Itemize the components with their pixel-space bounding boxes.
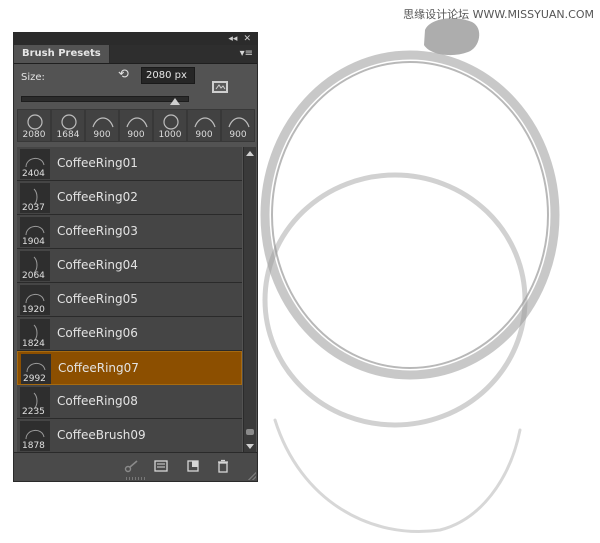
brush-panel-icon[interactable] <box>154 459 168 473</box>
tab-brush-presets[interactable]: Brush Presets <box>14 45 110 63</box>
preset-name: CoffeeRing04 <box>57 258 138 272</box>
preset-row[interactable]: 2992 CoffeeRing07 <box>17 351 242 385</box>
size-label: Size: <box>21 72 45 83</box>
new-preset-icon[interactable] <box>186 459 200 473</box>
recent-brush-item[interactable]: 900 <box>221 109 255 142</box>
ring-icon <box>163 114 179 130</box>
close-icon[interactable]: ✕ <box>243 34 251 44</box>
brush-preset-list: 2404 CoffeeRing01 2037 CoffeeRing02 1904 Coff… <box>17 147 242 453</box>
brush-thumbnail: 2235 <box>20 387 50 417</box>
brush-size-label: 2404 <box>22 169 45 179</box>
brush-size-label: 2037 <box>22 203 45 213</box>
size-row: Size: ⟲ 2080 px <box>14 64 257 93</box>
brush-thumbnail: 1920 <box>20 285 50 315</box>
brush-thumbnail: 1904 <box>20 217 50 247</box>
ring-icon <box>27 114 43 130</box>
preset-name: CoffeeRing07 <box>58 361 139 375</box>
arc-icon <box>92 117 114 128</box>
preset-name: CoffeeRing01 <box>57 156 138 170</box>
brush-thumbnail: 2064 <box>20 251 50 281</box>
preset-row[interactable]: 1904 CoffeeRing03 <box>17 215 242 249</box>
size-slider[interactable] <box>14 92 257 110</box>
preset-name: CoffeeRing08 <box>57 394 138 408</box>
brush-thumbnail: 2037 <box>20 183 50 213</box>
preset-name: CoffeeRing02 <box>57 190 138 204</box>
collapse-icon[interactable]: ◂◂ <box>228 34 237 44</box>
preset-row[interactable]: 1878 CoffeeBrush09 <box>17 419 242 453</box>
recent-brush-item[interactable]: 2080 <box>17 109 51 142</box>
preset-name: CoffeeBrush09 <box>57 428 146 442</box>
recent-brush-item[interactable]: 1000 <box>153 109 187 142</box>
panel-title-bar: ◂◂ ✕ <box>14 33 257 45</box>
size-slider-track[interactable] <box>21 96 189 102</box>
preset-row[interactable]: 2404 CoffeeRing01 <box>17 147 242 181</box>
brush-size-label: 1904 <box>22 237 45 247</box>
preset-row[interactable]: 1824 CoffeeRing06 <box>17 317 242 351</box>
scroll-up-arrow[interactable] <box>246 151 254 156</box>
recent-brushes-row: 2080 1684 900 900 1000 900 900 <box>17 109 255 142</box>
recent-brush-size: 900 <box>127 130 145 140</box>
scroll-thumb[interactable] <box>246 429 254 435</box>
recent-brush-item[interactable]: 900 <box>85 109 119 142</box>
recent-brush-item[interactable]: 1684 <box>51 109 85 142</box>
preset-name: CoffeeRing06 <box>57 326 138 340</box>
ring-icon <box>61 114 77 130</box>
recent-brush-size: 1000 <box>158 130 182 140</box>
brush-size-label: 2992 <box>23 374 46 384</box>
brush-size-label: 1878 <box>22 441 45 451</box>
brush-thumbnail: 1878 <box>20 421 50 451</box>
recent-brush-size: 900 <box>195 130 213 140</box>
arc-icon <box>228 117 250 128</box>
size-slider-thumb[interactable] <box>170 98 181 105</box>
brush-size-label: 1920 <box>22 305 45 315</box>
arc-icon <box>126 117 148 128</box>
panel-menu-icon[interactable]: ▾≡ <box>240 48 253 60</box>
panel-grip[interactable] <box>126 477 146 480</box>
brush-size-label: 2064 <box>22 271 45 281</box>
recent-brush-size: 2080 <box>22 130 46 140</box>
panel-tab-bar: Brush Presets ▾≡ <box>14 45 257 64</box>
preset-row[interactable]: 2064 CoffeeRing04 <box>17 249 242 283</box>
preset-name: CoffeeRing03 <box>57 224 138 238</box>
brush-thumbnail: 2992 <box>21 354 51 384</box>
brush-thumbnail: 1824 <box>20 319 50 349</box>
recent-brush-size: 900 <box>229 130 247 140</box>
preset-row[interactable]: 1920 CoffeeRing05 <box>17 283 242 317</box>
preset-name: CoffeeRing05 <box>57 292 138 306</box>
scroll-down-arrow[interactable] <box>246 444 254 449</box>
recent-brush-size: 1684 <box>56 130 80 140</box>
brush-size-label: 2235 <box>22 407 45 417</box>
size-input[interactable]: 2080 px <box>141 67 195 84</box>
resize-handle[interactable] <box>248 472 256 480</box>
recent-brush-item[interactable]: 900 <box>119 109 153 142</box>
brush-toggle-icon[interactable] <box>124 459 138 473</box>
reset-size-icon[interactable]: ⟲ <box>118 68 132 82</box>
brush-thumbnail: 2404 <box>20 149 50 179</box>
panel-footer <box>14 452 257 481</box>
brush-presets-panel: ◂◂ ✕ Brush Presets ▾≡ Size: ⟲ 2080 px 20… <box>13 32 258 482</box>
preset-row[interactable]: 2235 CoffeeRing08 <box>17 385 242 419</box>
brush-size-label: 1824 <box>22 339 45 349</box>
preset-row[interactable]: 2037 CoffeeRing02 <box>17 181 242 215</box>
arc-icon <box>194 117 216 128</box>
recent-brush-item[interactable]: 900 <box>187 109 221 142</box>
recent-brush-size: 900 <box>93 130 111 140</box>
list-scrollbar[interactable] <box>243 147 256 453</box>
trash-icon[interactable] <box>216 459 230 473</box>
